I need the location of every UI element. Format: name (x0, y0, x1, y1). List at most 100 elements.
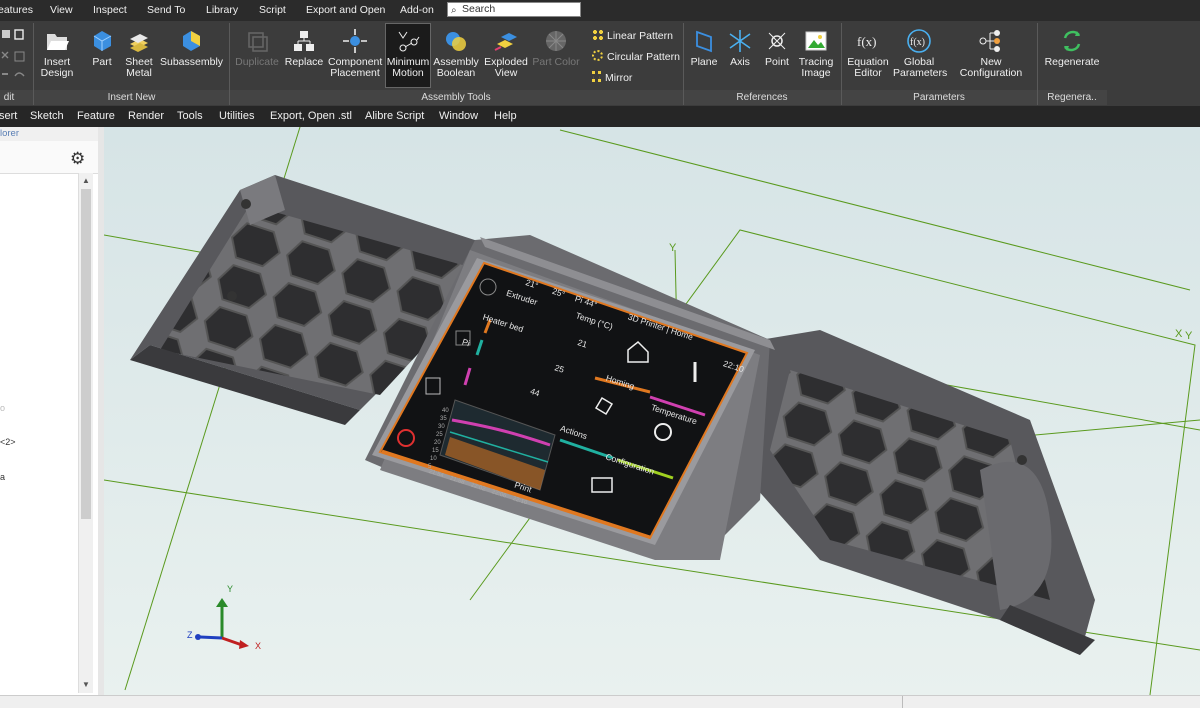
plane-label: Y (1185, 330, 1193, 342)
replace-label: Replace (284, 56, 324, 68)
menu-bar: sert Sketch Feature Render Tools Utiliti… (0, 106, 1200, 127)
plane-button[interactable]: Plane (688, 24, 720, 68)
duplicate-button[interactable]: Duplicate (234, 24, 280, 68)
vertical-scrollbar[interactable]: ▲ ▼ (78, 173, 93, 693)
linear-pattern-icon (592, 29, 603, 40)
menu-alibre-script[interactable]: Alibre Script (365, 110, 424, 122)
y-tick: 20 (434, 440, 441, 446)
point-label: Point (765, 56, 789, 68)
tab-add-on[interactable]: Add-on (400, 4, 434, 16)
linear-pattern-button[interactable]: Linear Pattern (592, 29, 673, 42)
axis-z-label: Z (187, 630, 193, 640)
assembly-boolean-icon (446, 32, 466, 51)
group-label-parameters: Parameters (913, 92, 965, 103)
scrollbar-thumb[interactable] (81, 189, 91, 519)
tab-library[interactable]: Library (206, 4, 238, 16)
menu-render[interactable]: Render (128, 110, 164, 122)
image-icon (805, 31, 827, 51)
sheet-metal-button[interactable]: Sheet Metal (122, 24, 156, 79)
group-label-insert-new: Insert New (107, 92, 156, 103)
regenerate-icon (1063, 30, 1081, 52)
edit-icon (14, 51, 25, 62)
new-configuration-button[interactable]: New Configuration (950, 24, 1032, 79)
exploded-view-button[interactable]: Exploded View (483, 24, 529, 79)
copy-icon (2, 30, 10, 38)
group-label-edit: dit (3, 92, 15, 103)
plane-label: Plane (690, 56, 718, 68)
panel-title: lorer (0, 127, 98, 141)
menu-window[interactable]: Window (439, 110, 478, 122)
insert-design-label: Insert Design (40, 56, 74, 79)
duplicate-label: Duplicate (235, 56, 279, 68)
global-parameters-button[interactable]: f(x) Global Parameters (893, 24, 947, 79)
equation-editor-label: Equation Editor (847, 56, 889, 79)
y-tick: 25 (436, 432, 443, 438)
search-input[interactable]: ⌕ Search (447, 2, 581, 17)
menu-insert[interactable]: sert (0, 110, 17, 122)
part-color-button[interactable]: Part Color (532, 24, 580, 68)
menu-utilities[interactable]: Utilities (219, 110, 254, 122)
subassembly-button[interactable]: Subassembly (160, 24, 224, 68)
subassembly-icon (183, 31, 200, 51)
redo-icon (14, 72, 25, 77)
plane-label: Y (669, 242, 677, 254)
minimum-motion-button[interactable]: Minimum Motion (385, 23, 431, 88)
equation-editor-button[interactable]: f(x) Equation Editor (845, 24, 891, 79)
tab-view[interactable]: View (50, 4, 73, 16)
mirror-icon (592, 71, 601, 82)
tree-item[interactable]: o (0, 403, 5, 413)
part-icon (93, 31, 112, 51)
tab-export-and-open[interactable]: Export and Open (306, 4, 385, 16)
axis-triad: Y X Z (187, 584, 261, 651)
3d-viewport[interactable]: 21° 25° Pi 44° 3D Printer | Home 22:10 T… (104, 127, 1200, 695)
axis-icon (729, 30, 751, 52)
replace-icon (294, 31, 314, 51)
axis-button[interactable]: Axis (725, 24, 755, 68)
insert-design-button[interactable]: Insert Design (38, 24, 76, 79)
tracing-image-button[interactable]: Tracing Image (797, 24, 835, 79)
replace-button[interactable]: Replace (283, 24, 325, 68)
assembly-boolean-label: Assembly Boolean (433, 56, 479, 79)
group-label-references: References (736, 92, 788, 103)
regenerate-label: Regenerate (1044, 56, 1100, 68)
component-placement-label: Component Placement (328, 56, 383, 79)
tree-item[interactable]: <2> (0, 437, 16, 447)
scroll-down-icon[interactable]: ▼ (80, 679, 92, 691)
cut-icon (1, 51, 9, 59)
menu-sketch[interactable]: Sketch (30, 110, 64, 122)
menu-export-open-stl[interactable]: Export, Open .stl (270, 110, 352, 122)
edit-tools-icons[interactable] (0, 24, 30, 88)
assembly-boolean-button[interactable]: Assembly Boolean (432, 24, 480, 79)
function-icon: f(x) (857, 34, 877, 49)
tree-item[interactable]: a (0, 472, 5, 482)
folder-open-icon (47, 34, 69, 50)
configuration-tree-icon (979, 30, 1000, 52)
group-label-regenerate: Regenera.. (1047, 92, 1097, 103)
tab-send-to[interactable]: Send To (147, 4, 185, 16)
tab-inspect[interactable]: Inspect (93, 4, 127, 16)
tab-script[interactable]: Script (259, 4, 286, 16)
tracing-image-label: Tracing Image (798, 56, 834, 79)
y-tick: 15 (432, 448, 439, 454)
part-button[interactable]: Part (86, 24, 118, 68)
point-button[interactable]: Point (760, 24, 794, 68)
menu-tools[interactable]: Tools (177, 110, 203, 122)
circular-pattern-button[interactable]: Circular Pattern (592, 50, 680, 63)
model-scene: 21° 25° Pi 44° 3D Printer | Home 22:10 T… (104, 127, 1200, 695)
subassembly-label: Subassembly (160, 56, 224, 68)
menu-help[interactable]: Help (494, 110, 517, 122)
search-placeholder: Search (462, 3, 496, 15)
global-function-icon: f(x) (907, 29, 931, 53)
svg-text:f(x): f(x) (910, 37, 925, 48)
regenerate-button[interactable]: Regenerate (1042, 24, 1102, 68)
mirror-button[interactable]: Mirror (592, 71, 632, 84)
tab-features[interactable]: eatures (0, 4, 33, 16)
part-label: Part (92, 56, 112, 68)
gear-icon[interactable]: ⚙ (70, 149, 85, 169)
component-placement-button[interactable]: Component Placement (328, 24, 382, 79)
y-tick: 35 (440, 416, 447, 422)
menu-feature[interactable]: Feature (77, 110, 115, 122)
y-tick: 10 (430, 456, 437, 462)
scroll-up-icon[interactable]: ▲ (80, 175, 92, 187)
linear-pattern-label: Linear Pattern (607, 30, 673, 42)
